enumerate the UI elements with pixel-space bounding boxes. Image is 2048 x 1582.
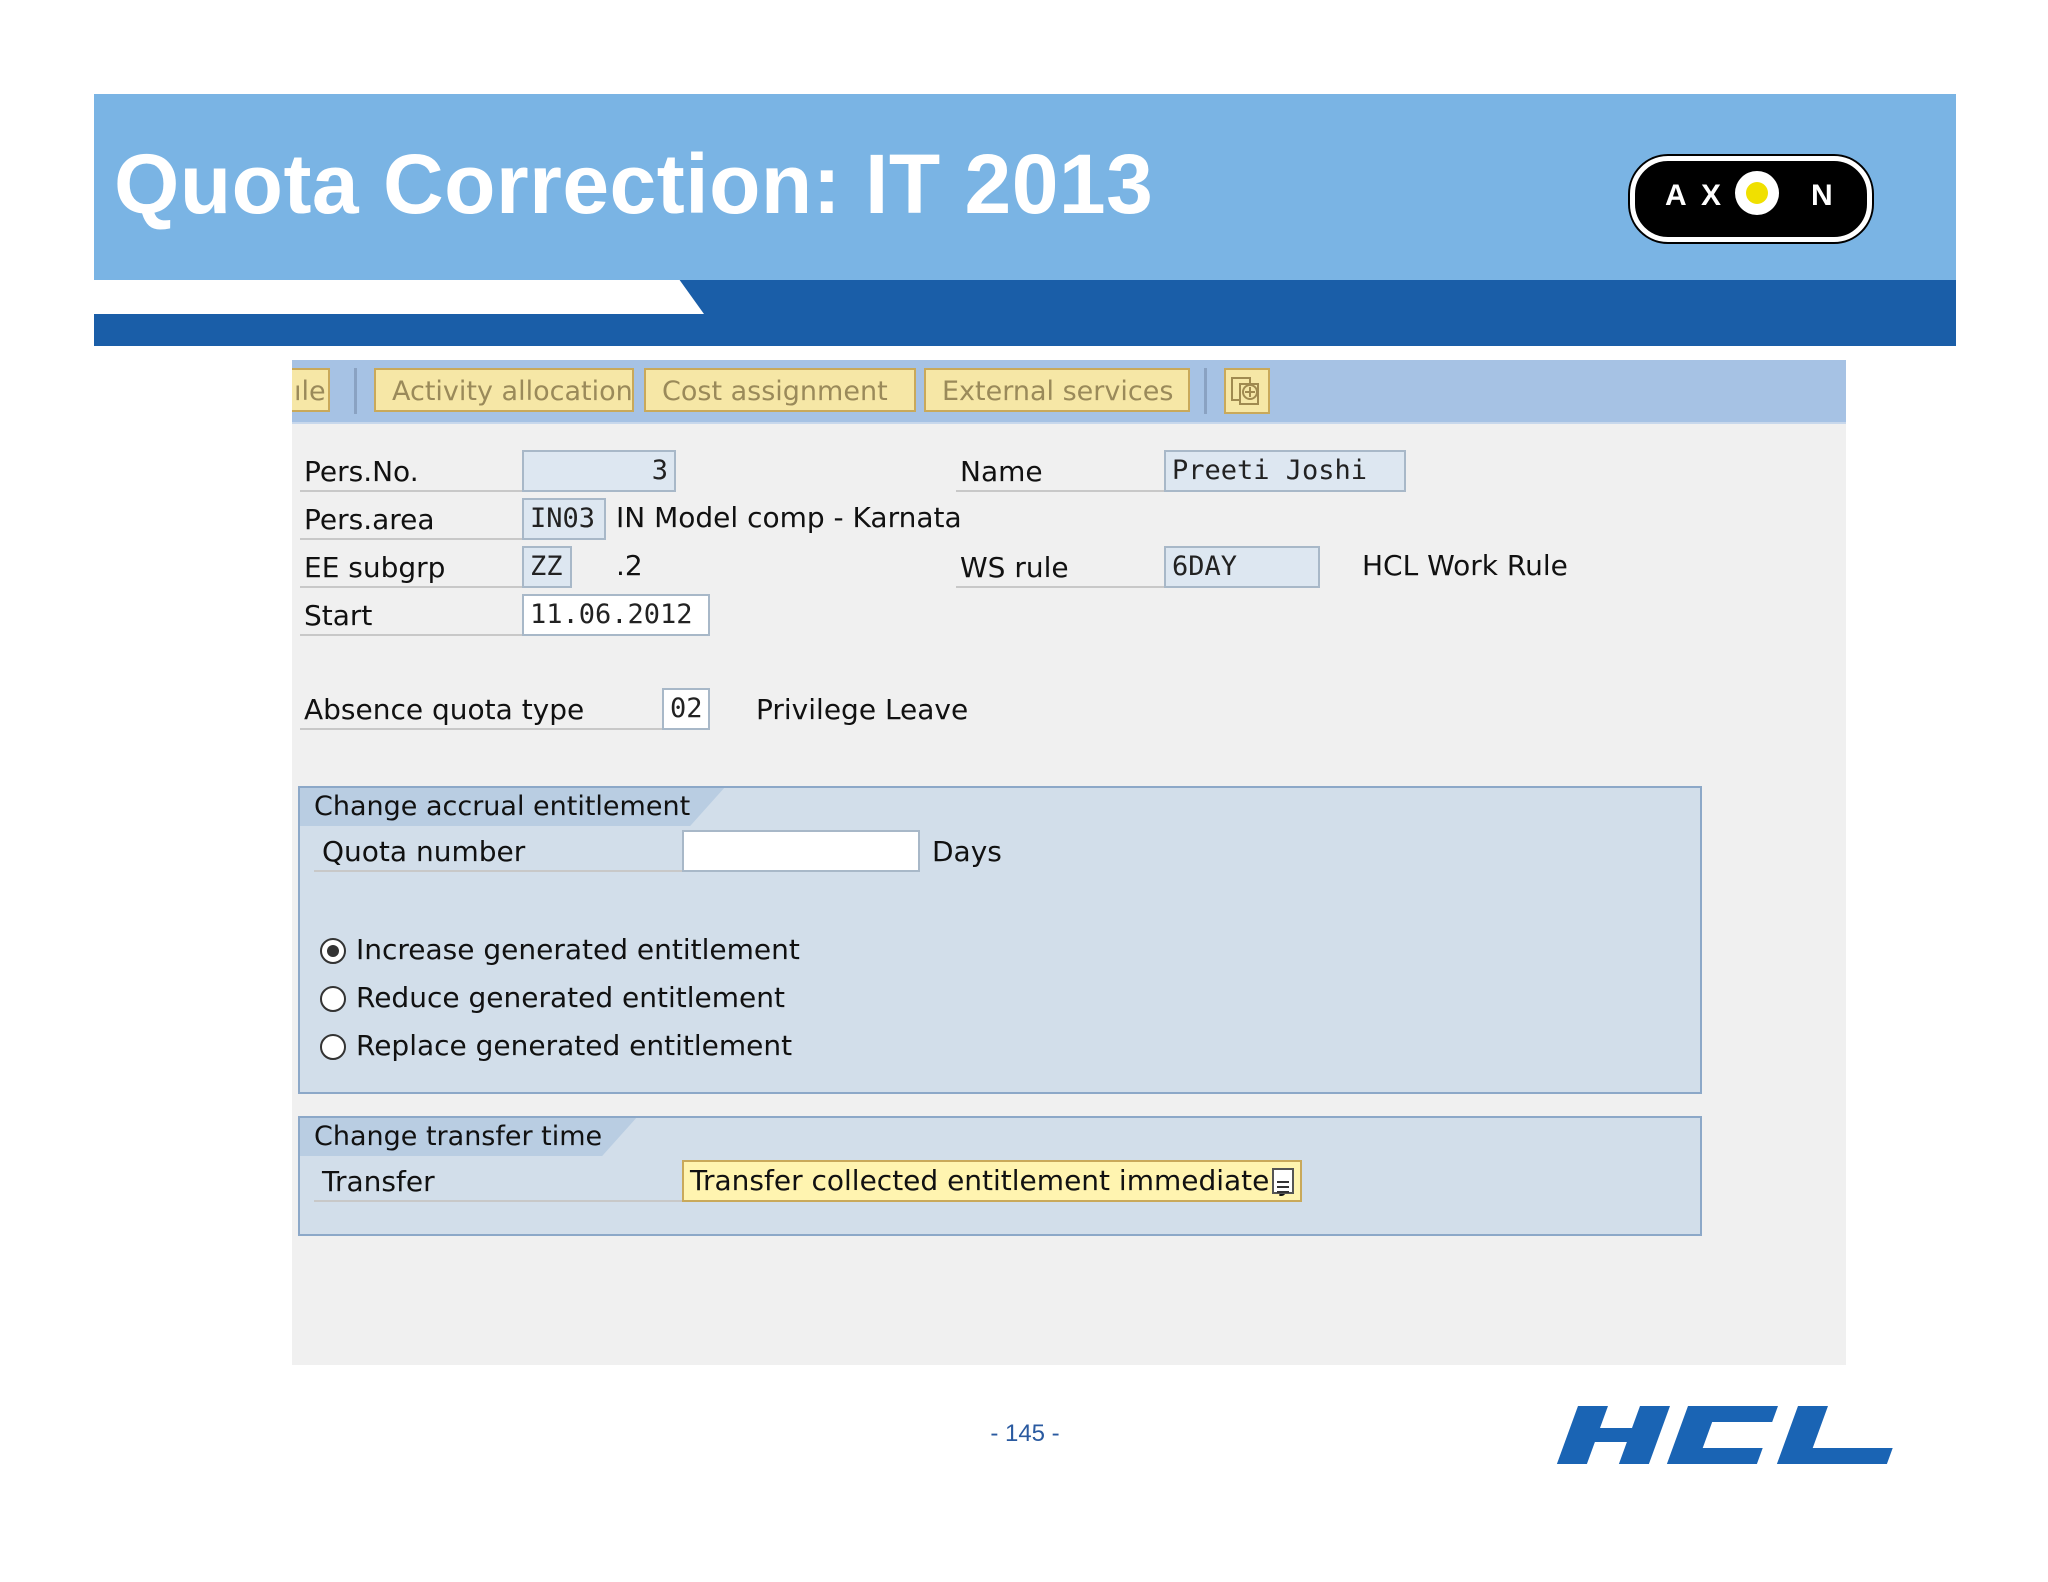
ws-rule-label: WS rule (956, 548, 1174, 588)
more-functions-icon[interactable] (1224, 368, 1270, 414)
ws-rule-field[interactable]: 6DAY (1164, 546, 1320, 588)
toolbar-separator (1204, 368, 1207, 414)
activity-allocation-button[interactable]: Activity allocation (374, 368, 634, 412)
name-label: Name (956, 452, 1174, 492)
start-label: Start (300, 596, 522, 636)
quota-number-unit: Days (932, 835, 1002, 868)
cost-assignment-button[interactable]: Cost assignment (644, 368, 916, 412)
reduce-entitlement-radio[interactable] (320, 986, 346, 1012)
transfer-dropdown-value: Transfer collected entitlement immediate… (690, 1164, 1294, 1197)
replace-entitlement-label[interactable]: Replace generated entitlement (356, 1026, 792, 1066)
sap-screen: ıle Activity allocation Cost assignment … (292, 360, 1846, 1365)
increase-entitlement-radio[interactable] (320, 938, 346, 964)
ee-subgrp-text: .2 (616, 549, 643, 582)
pers-no-field[interactable]: 3 (522, 450, 676, 492)
axon-logo-n: N (1811, 179, 1833, 212)
axon-logo-o (1735, 171, 1779, 215)
ee-subgrp-field[interactable]: ZZ (522, 546, 572, 588)
quota-number-field[interactable] (682, 830, 920, 872)
application-toolbar: ıle Activity allocation Cost assignment … (292, 360, 1846, 424)
hcl-logo (1548, 1406, 1918, 1464)
ee-subgrp-label: EE subgrp (300, 548, 522, 588)
pers-no-label: Pers.No. (300, 452, 522, 492)
absence-quota-type-text: Privilege Leave (756, 693, 969, 726)
transfer-dropdown[interactable]: Transfer collected entitlement immediate… (682, 1160, 1302, 1202)
slide-title: Quota Correction: IT 2013 (114, 137, 1154, 231)
start-date-field[interactable]: 11.06.2012 (522, 594, 710, 636)
increase-entitlement-label[interactable]: Increase generated entitlement (356, 930, 800, 970)
absence-quota-type-label: Absence quota type (300, 690, 666, 730)
pers-area-field[interactable]: IN03 (522, 498, 606, 540)
axon-logo-x: X (1701, 179, 1722, 212)
absence-quota-type-field[interactable]: 02 (662, 688, 710, 730)
replace-entitlement-radio[interactable] (320, 1034, 346, 1060)
pers-area-label: Pers.area (300, 500, 522, 540)
change-accrual-entitlement-group: Change accrual entitlement Quota number … (298, 786, 1702, 1094)
toolbar-separator (354, 368, 357, 414)
header-band-cutout (94, 280, 704, 314)
pers-area-text: IN Model comp - Karnata (616, 501, 962, 534)
toolbar-button-cut[interactable]: ıle (292, 368, 330, 412)
ws-rule-text: HCL Work Rule (1362, 549, 1568, 582)
quota-number-label: Quota number (314, 832, 682, 872)
reduce-entitlement-label[interactable]: Reduce generated entitlement (356, 978, 785, 1018)
page-number: - 145 - (990, 1420, 1060, 1447)
external-services-button[interactable]: External services (924, 368, 1190, 412)
change-accrual-entitlement-title: Change accrual entitlement (300, 788, 724, 826)
axon-logo-a: A (1665, 179, 1687, 212)
dropdown-list-icon[interactable] (1272, 1168, 1294, 1194)
change-transfer-time-group: Change transfer time Transfer Transfer c… (298, 1116, 1702, 1236)
transfer-label: Transfer (314, 1162, 682, 1202)
change-transfer-time-title: Change transfer time (300, 1118, 636, 1156)
name-field[interactable]: Preeti Joshi (1164, 450, 1406, 492)
axon-logo: A X N (1630, 156, 1872, 242)
